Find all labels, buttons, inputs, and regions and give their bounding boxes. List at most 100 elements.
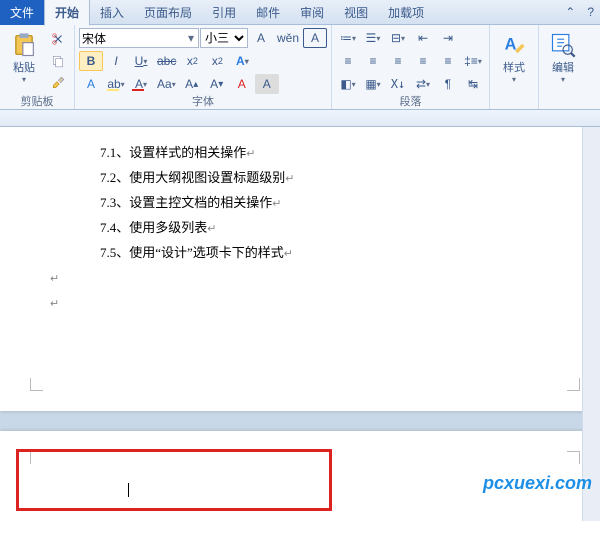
bold-button[interactable]: B [79, 51, 103, 71]
cut-button[interactable] [46, 29, 70, 49]
shading-button[interactable]: ◧▾ [336, 74, 360, 94]
tab-mail[interactable]: 邮件 [246, 0, 290, 25]
group-styles-label [494, 95, 534, 109]
group-paragraph-label: 段落 [336, 95, 485, 109]
superscript-button[interactable]: x2 [205, 51, 229, 71]
justify-button[interactable]: ≡ [411, 51, 435, 71]
chevron-down-icon[interactable]: ▾ [184, 31, 198, 45]
doc-line[interactable]: 7.5、使用“设计”选项卡下的样式↵ [100, 241, 580, 266]
doc-line[interactable]: 7.2、使用大纲视图设置标题级别↵ [100, 166, 580, 191]
align-right-button[interactable]: ≡ [386, 51, 410, 71]
enclose-char-button[interactable]: A [230, 74, 254, 94]
workspace: 7.1、设置样式的相关操作↵ 7.2、使用大纲视图设置标题级别↵ 7.3、设置主… [0, 127, 600, 521]
page-1[interactable]: 7.1、设置样式的相关操作↵ 7.2、使用大纲视图设置标题级别↵ 7.3、设置主… [0, 127, 582, 411]
strikethrough-button[interactable]: abc [154, 51, 179, 71]
tab-addins[interactable]: 加载项 [378, 0, 434, 25]
styles-icon: A [500, 31, 528, 59]
group-font: ▾ 小三 A wěn A B I U▾ abc x2 x2 A▾ [75, 25, 332, 109]
tab-page-layout[interactable]: 页面布局 [134, 0, 202, 25]
group-editing-label [543, 95, 583, 109]
doc-line[interactable]: ↵ [50, 266, 580, 291]
sort-button[interactable]: X↓ [386, 74, 410, 94]
chevron-down-icon: ▾ [561, 75, 565, 84]
tab-insert[interactable]: 插入 [90, 0, 134, 25]
tab-file[interactable]: 文件 [0, 0, 44, 25]
underline-button[interactable]: U▾ [129, 51, 153, 71]
group-font-label: 字体 [79, 95, 327, 109]
help-icon[interactable]: ? [581, 5, 600, 19]
document-area[interactable]: 7.1、设置样式的相关操作↵ 7.2、使用大纲视图设置标题级别↵ 7.3、设置主… [0, 127, 582, 521]
bullets-button[interactable]: ≔▾ [336, 28, 360, 48]
doc-line[interactable]: ↵ [50, 291, 580, 316]
tab-references[interactable]: 引用 [202, 0, 246, 25]
watermark: pcxuexi.com [483, 473, 592, 494]
brush-icon [51, 76, 65, 90]
paragraph-mark-icon: ↵ [272, 198, 281, 210]
paragraph-mark-icon: ↵ [246, 148, 255, 160]
vertical-scrollbar[interactable] [582, 127, 600, 521]
doc-line[interactable]: 7.4、使用多级列表↵ [100, 216, 580, 241]
doc-line[interactable]: 7.3、设置主控文档的相关操作↵ [100, 191, 580, 216]
format-painter-button[interactable] [46, 73, 70, 93]
tabs-button[interactable]: ↹ [461, 74, 485, 94]
editing-button[interactable]: 编辑 ▾ [543, 27, 583, 87]
wen-icon: wěn [277, 31, 299, 45]
paragraph-mark-icon: ↵ [285, 173, 294, 185]
paragraph-mark-icon: ↵ [50, 298, 59, 310]
numbering-button[interactable]: ☰▾ [361, 28, 385, 48]
align-center-button[interactable]: ≡ [361, 51, 385, 71]
align-left-button[interactable]: ≡ [336, 51, 360, 71]
group-paragraph: ≔▾ ☰▾ ⊟▾ ⇤ ⇥ ≡ ≡ ≡ ≡ ≡ ‡≡▾ ◧▾ ▦▾ X [332, 25, 490, 109]
paste-button[interactable]: 粘贴 ▾ [4, 27, 44, 87]
tab-view[interactable]: 视图 [334, 0, 378, 25]
editing-label: 编辑 [552, 59, 574, 75]
tab-bar: 文件 开始 插入 页面布局 引用 邮件 审阅 视图 加载项 ⌃ ? [0, 0, 600, 25]
shrink-font-button[interactable]: A▾ [205, 74, 229, 94]
font-name-combo[interactable]: ▾ [79, 28, 199, 48]
chevron-down-icon: ▾ [512, 75, 516, 84]
cut-icon [51, 32, 65, 46]
paste-label: 粘贴 [13, 59, 35, 75]
change-case-button[interactable]: wěn [274, 28, 302, 48]
paragraph-mark-icon: ↵ [284, 248, 293, 260]
subscript-button[interactable]: x2 [180, 51, 204, 71]
highlight-button[interactable]: ab▾ [104, 74, 128, 94]
chevron-down-icon: ▾ [22, 75, 26, 84]
paragraph-mark-icon: ↵ [207, 223, 216, 235]
svg-text:A: A [505, 35, 517, 53]
paragraph-mark-icon: ↵ [50, 273, 59, 285]
line-spacing-button[interactable]: ‡≡▾ [461, 51, 485, 71]
grow-font-button[interactable]: A [249, 28, 273, 48]
styles-button[interactable]: A 样式 ▾ [494, 27, 534, 87]
increase-indent-button[interactable]: ⇥ [436, 28, 460, 48]
char-shading-button[interactable]: A [255, 74, 279, 94]
asian-layout-button[interactable]: ⇄▾ [411, 74, 435, 94]
decrease-indent-button[interactable]: ⇤ [411, 28, 435, 48]
distribute-button[interactable]: ≡ [436, 51, 460, 71]
grow-font-button-2[interactable]: A▴ [180, 74, 204, 94]
corner-mark-icon [567, 451, 580, 464]
group-clipboard-label: 剪贴板 [4, 95, 70, 109]
tab-review[interactable]: 审阅 [290, 0, 334, 25]
clear-format-button[interactable]: A [79, 74, 103, 94]
doc-line[interactable]: 7.1、设置样式的相关操作↵ [100, 141, 580, 166]
copy-button[interactable] [46, 51, 70, 71]
corner-mark-icon [30, 378, 43, 391]
font-color-button[interactable]: A▾ [129, 74, 153, 94]
font-name-input[interactable] [80, 31, 184, 45]
borders-button[interactable]: ▦▾ [361, 74, 385, 94]
phonetic-guide-button[interactable]: Aa▾ [154, 74, 179, 94]
show-marks-button[interactable]: ¶ [436, 74, 460, 94]
minimize-ribbon-icon[interactable]: ⌃ [559, 5, 581, 19]
multilevel-list-button[interactable]: ⊟▾ [386, 28, 410, 48]
char-border-button[interactable]: A [303, 28, 327, 48]
tab-home[interactable]: 开始 [44, 0, 90, 26]
ruler[interactable] [0, 110, 600, 127]
text-effects-button[interactable]: A▾ [230, 51, 254, 71]
font-size-combo[interactable]: 小三 [200, 28, 248, 48]
text-cursor [128, 483, 129, 497]
styles-label: 样式 [503, 59, 525, 75]
corner-mark-icon [567, 378, 580, 391]
find-icon [549, 31, 577, 59]
italic-button[interactable]: I [104, 51, 128, 71]
